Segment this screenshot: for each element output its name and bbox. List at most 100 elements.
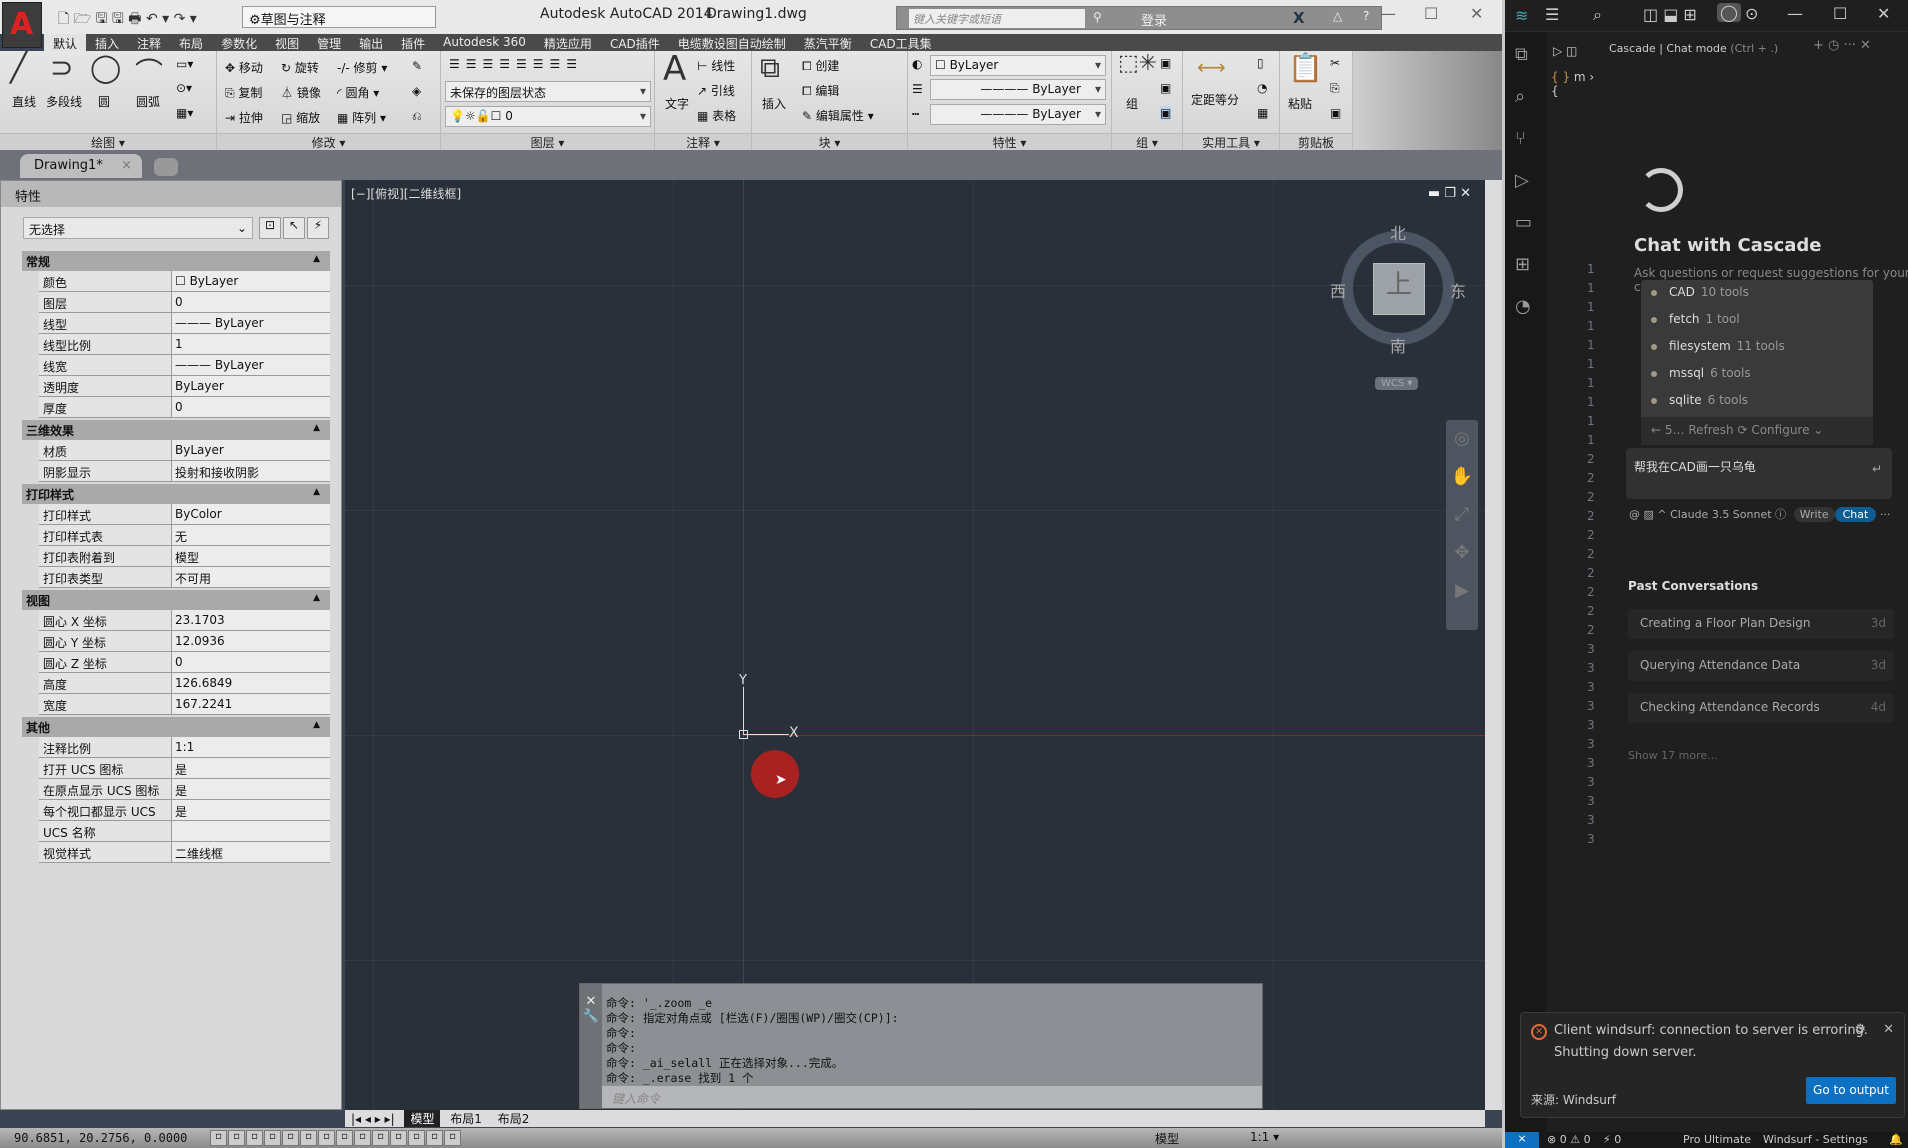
edit-block-button[interactable]: ⧠ 编辑	[802, 82, 839, 99]
match-properties-icon[interactable]: ▣	[1330, 106, 1341, 120]
tool-item[interactable]: mssql 6 tools	[1641, 361, 1873, 388]
layer-dropdown[interactable]: 💡☼🔓☐ 0	[445, 106, 651, 127]
horizontal-scrollbar[interactable]	[1100, 1110, 1485, 1127]
gear-icon[interactable]: ⚙	[1854, 1022, 1866, 1037]
group-panel-label[interactable]: 组 ▾	[1112, 133, 1182, 150]
property-row[interactable]: 圆心 Y 坐标 12.0936	[39, 631, 330, 652]
otrack-toggle-icon[interactable]: ▫	[318, 1130, 335, 1146]
property-value[interactable]: 是	[172, 800, 330, 820]
layout-icons[interactable]: ◫ ⬓ ⊞	[1643, 5, 1697, 24]
breadcrumb[interactable]: { } m › {	[1551, 70, 1603, 98]
ellipse-icon[interactable]: ⊙▾	[176, 81, 192, 95]
property-row[interactable]: 打印表类型 不可用	[39, 567, 330, 588]
property-row[interactable]: 图层 0	[39, 292, 330, 313]
property-value[interactable]: 模型	[172, 546, 330, 566]
erase-icon[interactable]: ✎	[412, 59, 422, 73]
close-button[interactable]: ✕	[1877, 4, 1890, 23]
exchange-icon[interactable]: X	[1293, 9, 1305, 27]
group-button[interactable]: 组	[1126, 95, 1138, 112]
circle-button[interactable]: 圆	[98, 93, 110, 110]
property-value[interactable]: 1:1	[172, 737, 330, 757]
annotation-scale[interactable]: 1:1 ▾	[1250, 1130, 1279, 1144]
workspace-dropdown[interactable]: ⚙草图与注释	[242, 6, 436, 28]
section-header[interactable]: 三维效果	[22, 420, 330, 440]
remote-explorer-icon[interactable]: ▭	[1515, 212, 1532, 233]
ribbon-tab[interactable]: 插入	[86, 34, 128, 51]
group-edit-icon[interactable]: ▣	[1160, 81, 1171, 95]
plan-indicator[interactable]: Pro Ultimate	[1683, 1133, 1751, 1146]
draw-panel-label[interactable]: 绘图 ▾	[0, 133, 216, 150]
bell-icon[interactable]: 🔔	[1889, 1133, 1903, 1146]
chat-mode-button[interactable]: Chat	[1834, 507, 1877, 522]
scale-button[interactable]: ◲ 缩放	[281, 109, 320, 126]
extensions-icon[interactable]: ⊞	[1515, 254, 1530, 275]
a360-icon[interactable]: △	[1333, 9, 1342, 23]
property-row[interactable]: 视觉样式 二维线框	[39, 842, 330, 863]
ribbon-tab[interactable]: 参数化	[212, 34, 266, 51]
property-value[interactable]: 是	[172, 779, 330, 799]
new-tab-button[interactable]	[154, 158, 178, 176]
chat-input[interactable]: 帮我在CAD画一只乌龟 ↵	[1626, 448, 1892, 499]
navigation-bar[interactable]: ◎ ✋ ⤢ ✥ ▶	[1446, 420, 1478, 630]
qp-toggle-icon[interactable]: ▫	[408, 1130, 425, 1146]
section-header[interactable]: 视图	[22, 590, 330, 610]
close-button[interactable]: ✕	[1470, 4, 1483, 23]
ribbon-tab[interactable]: 视图	[266, 34, 308, 51]
remote-icon[interactable]: ⨯	[1505, 1132, 1539, 1148]
property-row[interactable]: 高度 126.6849	[39, 673, 330, 694]
wrench-icon[interactable]: 🔧	[580, 1009, 602, 1024]
tools-footer[interactable]: ← 5… Refresh ⟳ Configure ⌄	[1641, 417, 1873, 445]
maximize-button[interactable]: ☐	[1424, 4, 1438, 23]
polyline-button[interactable]: 多段线	[46, 93, 82, 110]
table-button[interactable]: ▦ 表格	[697, 107, 736, 124]
insert-button[interactable]: 插入	[762, 95, 786, 112]
color-dropdown[interactable]: ☐ ByLayer	[930, 55, 1106, 76]
mirror-button[interactable]: ⏃ 镜像	[281, 84, 321, 101]
properties-panel-label[interactable]: 特性 ▾	[908, 133, 1111, 150]
command-window-handle[interactable]: ✕ 🔧	[580, 984, 602, 1108]
ribbon-tab[interactable]: 蒸汽平衡	[795, 34, 861, 51]
tool-item[interactable]: filesystem 11 tools	[1641, 334, 1873, 361]
minimize-button[interactable]: —	[1787, 4, 1803, 23]
select-objects-button[interactable]: ↖	[283, 217, 305, 239]
property-row[interactable]: 厚度 0	[39, 397, 330, 418]
conversation-item[interactable]: Creating a Floor Plan Design 3d	[1628, 609, 1894, 639]
tab-layout1[interactable]: 布局1	[444, 1110, 488, 1127]
property-row[interactable]: UCS 名称	[39, 821, 330, 842]
section-header[interactable]: 常规	[22, 251, 330, 271]
ribbon-tab[interactable]: CAD工具集	[861, 34, 941, 51]
ribbon-tab[interactable]: Autodesk 360	[434, 34, 535, 51]
linear-dim-button[interactable]: ⊢ 线性	[697, 57, 735, 74]
ribbon-tab[interactable]: 布局	[170, 34, 212, 51]
tab-model[interactable]: 模型	[404, 1110, 441, 1127]
clipboard-panel-label[interactable]: 剪贴板	[1280, 133, 1352, 150]
property-row[interactable]: 打印表附着到 模型	[39, 546, 330, 567]
property-row[interactable]: 线型 ——— ByLayer	[39, 313, 330, 334]
model-space-toggle[interactable]: 模型	[1155, 1130, 1179, 1147]
account-icon[interactable]: ⊙	[1745, 4, 1758, 23]
tab-layout2[interactable]: 布局2	[492, 1110, 536, 1127]
ducs-toggle-icon[interactable]: ▫	[336, 1130, 353, 1146]
property-value[interactable]: ByColor	[172, 504, 330, 524]
layer-tool-icons[interactable]: ☰☰☰☰☰☰☰☰	[449, 57, 583, 71]
show-more-link[interactable]: Show 17 more...	[1628, 749, 1718, 762]
tab-drawing1[interactable]: Drawing1* ×	[20, 154, 142, 178]
windsurf-settings[interactable]: Windsurf - Settings	[1763, 1133, 1868, 1146]
property-value[interactable]: ByLayer	[172, 440, 330, 460]
ribbon-tab[interactable]: 注释	[128, 34, 170, 51]
selection-dropdown[interactable]: 无选择 ⌄	[23, 217, 253, 239]
3dosnap-toggle-icon[interactable]: ▫	[300, 1130, 317, 1146]
osnap-toggle-icon[interactable]: ▫	[282, 1130, 299, 1146]
property-value[interactable]: 0	[172, 652, 330, 672]
run-icon[interactable]: ▷ ◫	[1553, 44, 1577, 58]
close-icon[interactable]: ✕	[1883, 1022, 1894, 1037]
application-menu-button[interactable]: A	[2, 2, 42, 48]
property-row[interactable]: 透明度 ByLayer	[39, 376, 330, 397]
utilities-panel-label[interactable]: 实用工具 ▾	[1183, 133, 1279, 150]
help-icon[interactable]: ?	[1363, 9, 1369, 23]
calculator-icon[interactable]: ▦	[1257, 106, 1268, 120]
property-row[interactable]: 宽度 167.2241	[39, 694, 330, 715]
stretch-button[interactable]: ⇥ 拉伸	[225, 109, 263, 126]
cut-icon[interactable]: ✂	[1330, 56, 1340, 70]
arc-button[interactable]: 圆弧	[136, 93, 160, 110]
